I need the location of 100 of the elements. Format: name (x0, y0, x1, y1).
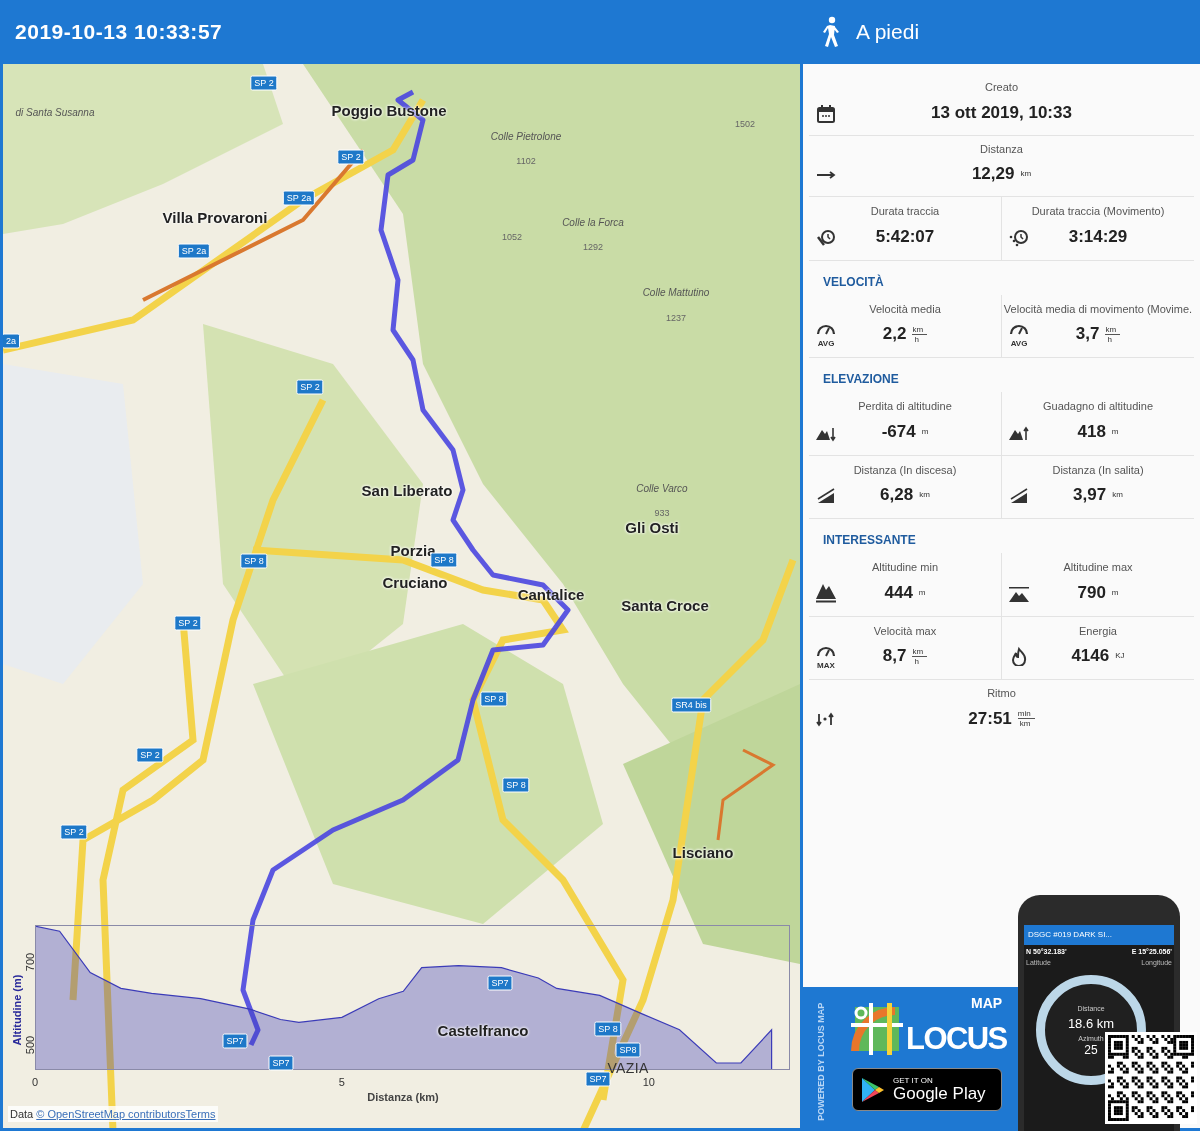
stat-value: 6,28 (880, 484, 914, 507)
calendar-icon (815, 102, 837, 123)
stat-label: Distanza (980, 141, 1023, 157)
unit-text: km h (1105, 324, 1121, 344)
place-label: San Liberato (361, 480, 453, 501)
ad-side-text: POWERED BY LOCUS MAP (815, 1002, 828, 1121)
road-badge: SP 2 (136, 747, 164, 763)
walking-person-icon (820, 16, 842, 48)
stat-label: Altitudine max (1063, 560, 1133, 575)
road-badge: SP 2 (337, 149, 365, 165)
road-badge: SP 2 (60, 824, 88, 840)
mountain-icon (815, 582, 837, 603)
store-name: Google Play (893, 1085, 986, 1102)
stat-value: 418 (1077, 420, 1106, 443)
elevation-label: 1292 (583, 241, 603, 255)
road-badge: 2a (3, 333, 20, 349)
stat-value: 13 ott 2019, 10:33 (931, 101, 1072, 124)
stat-label: Durata traccia (870, 204, 940, 219)
unit-text: km (919, 489, 930, 501)
activity-type: A piedi (856, 19, 920, 46)
unit-text: m (921, 425, 929, 438)
compass-distance: 18.6 km (1067, 1015, 1115, 1034)
road-badge: SP 8 (240, 553, 268, 569)
road-badge: SP 2 (296, 379, 324, 395)
stat-value: 3,7 (1075, 323, 1100, 346)
section-heading: ELEVAZIONE (823, 372, 899, 386)
attribution-text: Data (10, 1106, 34, 1122)
stat-label: Creato (985, 80, 1018, 95)
unit-text: m (1111, 586, 1119, 599)
terms-link[interactable]: Terms (185, 1105, 216, 1122)
stat-value: -674 (881, 420, 916, 443)
road-badge: SP 2 (174, 615, 202, 631)
section-heading: VELOCITÀ (823, 274, 884, 289)
compass-azimuth: 25 (1084, 1044, 1098, 1057)
axis-tick-label: 10 (642, 1077, 655, 1088)
road-badge: SP8 (615, 1042, 641, 1058)
road-badge: SP 8 (594, 1021, 622, 1037)
stat-label: Altitudine min (871, 560, 938, 575)
slope-icon (1008, 485, 1030, 505)
logo-subtitle: MAP (971, 996, 1003, 1010)
place-label: Santa Croce (621, 595, 709, 616)
stat-label: Velocità media di movimento (Movime. (1003, 301, 1193, 317)
elevation-label: 1052 (502, 231, 522, 245)
slope-icon (815, 485, 837, 505)
unit-text: km h (912, 324, 928, 344)
play-store-icon (861, 1076, 885, 1103)
stat-value: 27:51 (968, 707, 1012, 730)
elevation-label: 1102 (516, 155, 536, 169)
stat-label: Durata traccia (Movimento) (1031, 204, 1165, 219)
unit-text: KJ (1115, 650, 1125, 662)
unit-text: km (1112, 489, 1123, 501)
axis-tick-label: 700 (24, 953, 36, 972)
stat-value: 4146 (1071, 645, 1110, 668)
stat-value: 12,29 (971, 163, 1015, 186)
place-label: Villa Provaroni (162, 207, 268, 228)
stat-value: 3,97 (1073, 484, 1107, 507)
place-label: Cruciano (382, 572, 448, 593)
elevation-label: 1502 (735, 118, 755, 132)
map-logo-icon (851, 1003, 903, 1055)
track-title: 2019-10-13 10:33:57 (14, 19, 224, 46)
peak-label: Colle Mattutino (642, 285, 710, 300)
stat-label: Energia (1079, 623, 1117, 639)
stat-label: Velocità max (873, 623, 937, 639)
elevation-label: 1237 (666, 312, 686, 326)
unit-text: m (1111, 425, 1119, 438)
road-badge: SP 2a (177, 243, 211, 259)
road-badge: SP 2a (282, 190, 316, 206)
stat-value: 2,2 (882, 323, 907, 346)
unit-text: km (1020, 168, 1032, 180)
peak-label: Colle Varco (636, 481, 688, 496)
place-label: Lisciano (672, 842, 734, 863)
stat-label: Velocità media (869, 301, 941, 317)
road-badge: SP7 (585, 1071, 611, 1087)
road-badge: SP 2 (250, 75, 278, 91)
axis-tick-label: 5 (338, 1077, 345, 1088)
osm-link[interactable]: © OpenStreetMap contributors (36, 1105, 186, 1122)
peak-label: Colle Pietrolone (490, 129, 562, 144)
stat-label: Distanza (In salita) (1052, 462, 1144, 478)
stat-value: 444 (884, 581, 913, 604)
stat-value: 5:42:07 (875, 225, 935, 248)
road-badge: SP7 (268, 1055, 294, 1071)
stat-value: 8,7 (882, 645, 907, 668)
google-play-button[interactable]: GET IT ON Google Play (852, 1068, 1002, 1111)
peak-label: Colle la Forca (562, 215, 624, 230)
place-label: Castelfranco (437, 1020, 529, 1041)
road-badge: SP 8 (480, 691, 508, 707)
stat-label: Distanza (In discesa) (853, 462, 957, 478)
phone-app-title: DSGC #019 DARK SI... (1028, 929, 1113, 941)
unit-text: min km (1017, 709, 1035, 728)
logo-wordmark: LOCUS (906, 1023, 1007, 1054)
road-badge: SP 8 (502, 777, 530, 793)
axis-tick-label: 0 (31, 1077, 39, 1088)
road-badge: SP7 (487, 975, 513, 991)
stat-label: Perdita di altitudine (858, 399, 952, 414)
road-badge: SP7 (222, 1033, 248, 1049)
axis-title: Distanza (km) (367, 1090, 439, 1105)
stat-value: 3:14:29 (1068, 225, 1128, 248)
road-badge: SR4 bis (671, 697, 711, 713)
stat-label: Guadagno di altitudine (1042, 399, 1154, 414)
unit-text: km h (912, 646, 928, 666)
